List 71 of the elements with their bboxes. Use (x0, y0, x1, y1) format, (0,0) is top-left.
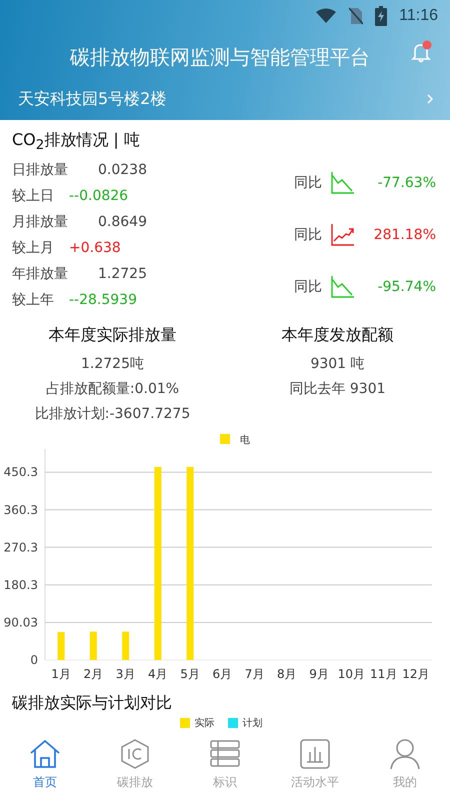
compare-label: 较上日 (12, 187, 55, 206)
axis-label: 360.3 (4, 502, 38, 517)
legend-label: 计划 (242, 716, 262, 730)
section-title: CO$_{2}$排放情况 | 吨 (12, 130, 141, 154)
axis-label: 12月 (402, 667, 430, 682)
nav-tab[interactable]: 首页 (0, 738, 90, 800)
nav-tab[interactable]: 我的 (360, 738, 450, 800)
summary-text: 1.2725吨 (81, 355, 144, 374)
summary-text: 同比去年 9301 (289, 380, 386, 400)
legend-label: 电 (240, 435, 250, 446)
summary-text: 占排放配额量:0.01% (46, 380, 180, 400)
metric-label: 月排放量 (12, 213, 69, 232)
yoy-value: -95.74% (378, 279, 436, 296)
no-sim-icon (349, 7, 364, 25)
hexagon-icon (119, 738, 151, 770)
axis-label: 4月 (148, 667, 168, 682)
yoy-value: -77.63% (378, 175, 436, 192)
app-title: 碳排放物联网监测与智能管理平台 (70, 44, 370, 70)
axis-label: 2月 (84, 667, 104, 682)
yoy-value: 281.18% (374, 227, 436, 244)
axis-label: 450.3 (4, 465, 38, 480)
metric-value: 1.2725 (98, 266, 147, 282)
axis-label: 90.03 (4, 616, 38, 630)
section-title: 碳排放实际与计划对比 (11, 692, 173, 714)
change-value: +0.638 (69, 240, 121, 256)
bar (122, 632, 130, 660)
axis-label: 10月 (338, 667, 366, 682)
list-icon (209, 738, 241, 770)
compare-label: 较上月 (12, 239, 55, 258)
metric-label: 日排放量 (12, 161, 69, 180)
battery-charging-icon (375, 6, 388, 26)
bar (58, 632, 65, 660)
axis-label: 7月 (244, 667, 264, 682)
axis-label: 3月 (116, 667, 136, 682)
legend-label: 实际 (194, 716, 214, 730)
summary-text: 比排放计划:-3607.7275 (34, 405, 190, 424)
compare-label: 较上年 (12, 291, 55, 310)
nav-tab[interactable]: 标识 (180, 738, 270, 800)
summary-text: 9301 吨 (310, 355, 365, 374)
metric-label: 年排放量 (12, 265, 69, 284)
summary-title: 本年度实际排放量 (48, 325, 176, 346)
trend-down-icon (330, 275, 356, 300)
axis-label: 8月 (277, 667, 297, 682)
summary-title: 本年度发放配额 (282, 325, 394, 346)
trend-up-icon (330, 223, 356, 248)
trend-down-icon (330, 171, 356, 196)
bar (90, 632, 97, 660)
change-value: --0.0826 (69, 188, 128, 204)
yoy-label: 同比 (293, 174, 322, 192)
bar-chart-icon (299, 738, 331, 770)
axis-label: 11月 (370, 667, 398, 682)
axis-label: 1月 (51, 667, 71, 682)
change-value: --28.5939 (69, 292, 137, 308)
user-icon (389, 738, 421, 770)
home-icon (29, 738, 61, 770)
status-time: 11:16 (399, 7, 438, 25)
nav-tab[interactable]: 碳排放 (90, 738, 180, 800)
axis-label: 270.3 (4, 540, 38, 554)
nav-tab[interactable]: 活动水平 (270, 738, 360, 800)
yoy-label: 同比 (293, 226, 322, 244)
yoy-label: 同比 (293, 278, 322, 296)
metric-value: 0.0238 (98, 162, 147, 178)
wifi-icon (315, 8, 338, 24)
axis-label: 9月 (309, 667, 329, 682)
chevron-right-icon (426, 93, 434, 105)
location-selector[interactable]: 天安科技园5号楼2楼 (0, 82, 450, 116)
axis-label: 5月 (180, 667, 200, 682)
metric-value: 0.8649 (98, 214, 147, 230)
axis-label: 0 (30, 653, 38, 668)
axis-label: 6月 (212, 667, 232, 682)
axis-label: 180.3 (4, 578, 38, 592)
